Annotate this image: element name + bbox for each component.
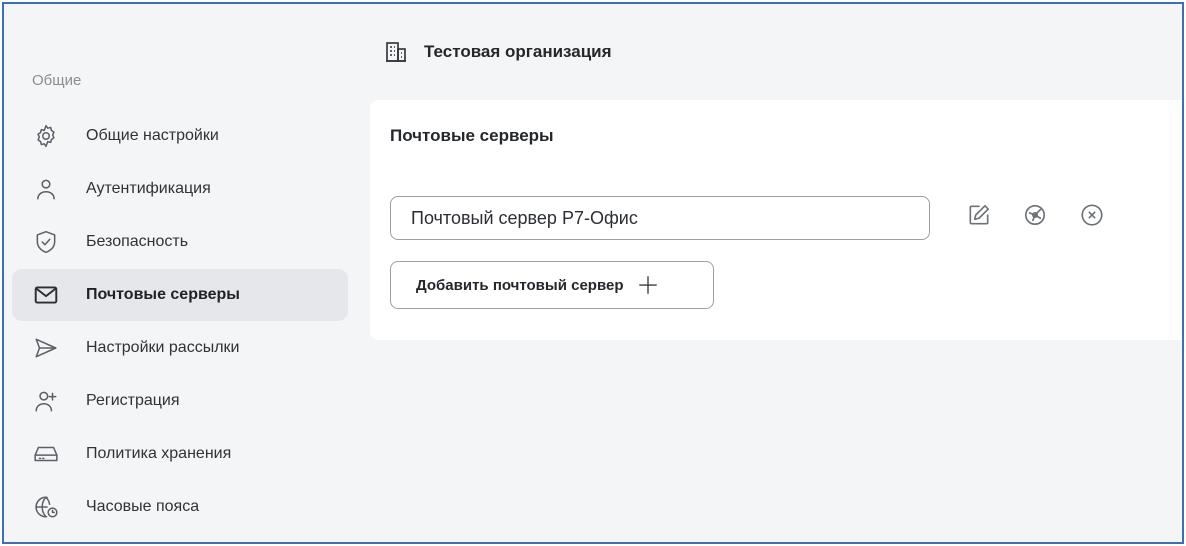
- sidebar-item-authentication[interactable]: Аутентификация: [12, 163, 348, 215]
- add-mail-server-label: Добавить почтовый сервер: [416, 276, 624, 294]
- sidebar-item-label: Часовые пояса: [86, 498, 200, 515]
- plus-icon: [637, 274, 659, 296]
- organization-name: Тестовая организация: [424, 42, 612, 61]
- organization-header: Тестовая организация: [384, 38, 612, 66]
- mail-icon: [32, 281, 60, 309]
- sidebar-item-registration[interactable]: Регистрация: [12, 375, 348, 427]
- shield-check-icon: [32, 228, 60, 256]
- sidebar-item-retention-policy[interactable]: Политика хранения: [12, 428, 348, 480]
- remove-icon[interactable]: [1077, 200, 1107, 230]
- sidebar-item-label: Настройки рассылки: [86, 339, 240, 356]
- sidebar-item-mailing-settings[interactable]: Настройки рассылки: [12, 322, 348, 374]
- test-connection-icon[interactable]: [1020, 200, 1050, 230]
- user-add-icon: [32, 387, 60, 415]
- sidebar-section-label: Общие: [32, 72, 82, 89]
- sidebar-item-security[interactable]: Безопасность: [12, 216, 348, 268]
- app-window: Общие Общие настройки Аутентификация Без…: [2, 2, 1184, 544]
- building-icon: [386, 42, 406, 62]
- sidebar-item-label: Почтовые серверы: [86, 286, 240, 303]
- user-icon: [32, 175, 60, 203]
- sidebar-item-mail-servers[interactable]: Почтовые серверы: [12, 269, 348, 321]
- mail-servers-panel: Почтовые серверы Почтовый сервер Р7-Офис…: [370, 100, 1182, 340]
- sidebar-item-label: Безопасность: [86, 233, 189, 250]
- sidebar-item-label: Общие настройки: [86, 127, 219, 144]
- sidebar-item-label: Политика хранения: [86, 445, 232, 462]
- send-icon: [32, 334, 60, 362]
- sidebar-item-general-settings[interactable]: Общие настройки: [12, 110, 348, 162]
- panel-title: Почтовые серверы: [390, 126, 554, 145]
- mail-server-entry[interactable]: Почтовый сервер Р7-Офис: [390, 196, 930, 240]
- sidebar: Общие Общие настройки Аутентификация Без…: [4, 4, 356, 542]
- edit-icon[interactable]: [964, 200, 994, 230]
- sidebar-item-label: Аутентификация: [86, 180, 211, 197]
- gear-icon: [32, 122, 60, 150]
- globe-clock-icon: [32, 493, 60, 521]
- sidebar-item-time-zones[interactable]: Часовые пояса: [12, 481, 348, 533]
- add-mail-server-button[interactable]: Добавить почтовый сервер: [390, 261, 714, 309]
- storage-drive-icon: [32, 440, 60, 468]
- sidebar-item-label: Регистрация: [86, 392, 180, 409]
